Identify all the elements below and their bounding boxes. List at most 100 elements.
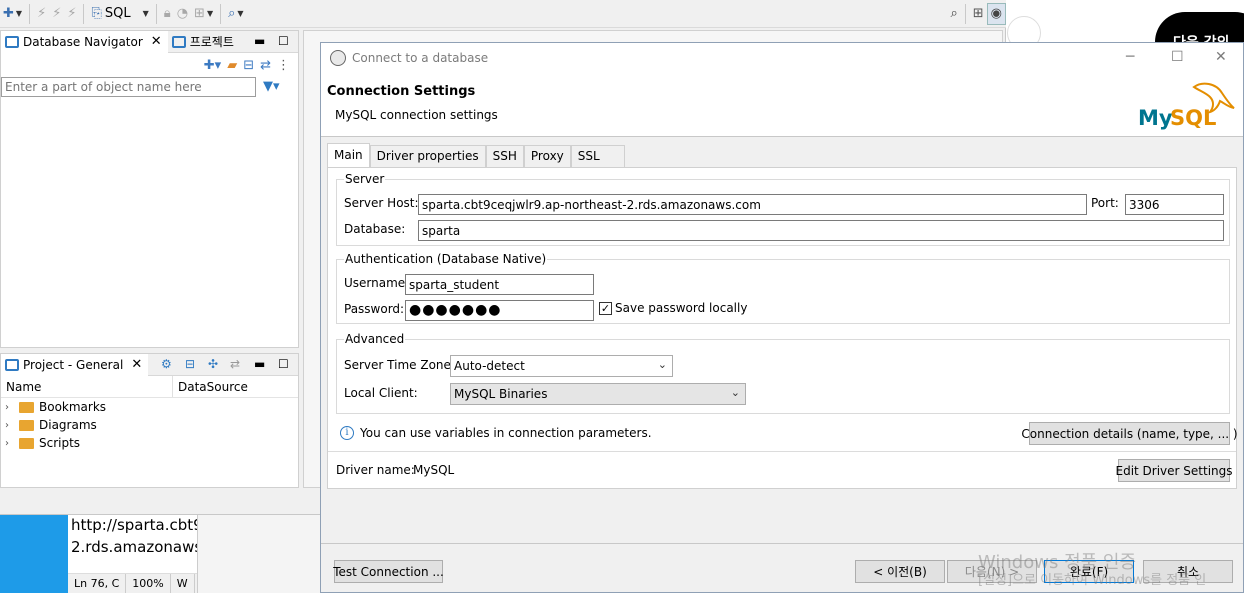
tab-ssl[interactable]: SSL xyxy=(570,145,625,167)
chevron-right-icon[interactable]: › xyxy=(5,402,19,413)
connection-details-button[interactable]: Connection details (name, type, ... ) xyxy=(1021,422,1238,445)
password-label: Password: xyxy=(344,302,405,316)
dbeaver-perspective-icon[interactable]: ◉ xyxy=(986,2,1006,25)
lock-icon[interactable]: 🔒︎ xyxy=(161,3,174,25)
save-password-checkbox[interactable]: ✓ xyxy=(599,302,612,315)
scripts-folder-icon xyxy=(19,437,34,449)
tab-database-navigator[interactable]: Database Navigator ✕ xyxy=(1,30,168,53)
toolbar-separator xyxy=(29,3,31,24)
background-blue-area xyxy=(0,514,68,593)
notepad-window: http://sparta.cbt9 2.rds.amazonaws Ln 76… xyxy=(68,514,198,593)
close-icon[interactable]: ✕ xyxy=(131,357,142,372)
view-menu-icon[interactable]: ⋮ xyxy=(277,58,290,73)
chevron-right-icon[interactable]: › xyxy=(5,420,19,431)
column-header-name[interactable]: Name xyxy=(1,376,173,397)
tab-project-general[interactable]: Project - General ✕ xyxy=(1,353,149,376)
dialog-window-title: Connect to a database xyxy=(352,51,489,65)
maximize-icon[interactable]: ☐ xyxy=(278,357,289,371)
link-icon[interactable]: ⇄ xyxy=(230,357,240,371)
navigator-filter-input[interactable] xyxy=(1,77,256,97)
database-navigator-icon xyxy=(5,35,19,48)
dialog-title-bar: Connect to a database ─ ☐ ✕ xyxy=(321,43,1243,73)
minimize-icon[interactable]: ─ xyxy=(1126,49,1134,65)
server-time-zone-select[interactable]: Auto-detect ⌄ xyxy=(450,355,673,377)
database-label: Database: xyxy=(344,222,406,236)
project-item-scripts[interactable]: › Scripts xyxy=(1,434,298,452)
navigator-tools: ✚▾ ▰ ⊟ ⇄ ⋮ xyxy=(1,53,298,77)
dbeaver-app-icon xyxy=(330,50,346,66)
notepad-line-2: 2.rds.amazonaws xyxy=(71,538,197,556)
tab-project-general-label: Project - General xyxy=(23,357,124,372)
username-input[interactable] xyxy=(405,274,594,295)
new-connection-icon[interactable]: ✚ ▼ xyxy=(0,3,25,25)
connect-icon[interactable]: ⚡ xyxy=(34,3,49,25)
tab-ssh[interactable]: SSH xyxy=(485,145,524,167)
expand-icon[interactable]: ✣ xyxy=(208,357,218,371)
tab-projects[interactable]: 프로젝트 xyxy=(168,31,240,53)
password-input[interactable]: ●●●●●●● xyxy=(405,300,594,321)
port-input[interactable] xyxy=(1125,194,1224,215)
test-connection-button[interactable]: Test Connection ... xyxy=(333,560,444,583)
server-host-input[interactable] xyxy=(418,194,1087,215)
save-password-label: Save password locally xyxy=(615,301,748,315)
search-dropdown-icon[interactable]: ⌕ ▼ xyxy=(225,3,246,25)
divider xyxy=(328,451,1236,452)
column-header-datasource[interactable]: DataSource xyxy=(173,376,253,397)
new-connection-icon[interactable]: ✚▾ xyxy=(204,58,221,73)
perspective-icon[interactable]: ⊞ xyxy=(970,3,987,25)
minimize-icon[interactable]: ▬ xyxy=(254,357,265,371)
back-button[interactable]: < 이전(B) xyxy=(855,560,945,583)
minimize-icon[interactable]: ▬ xyxy=(254,34,265,48)
project-item-label: Bookmarks xyxy=(39,400,107,414)
dialog-bottom-separator xyxy=(321,543,1243,544)
configure-icon[interactable]: ⚙ xyxy=(161,357,172,371)
port-label: Port: xyxy=(1091,196,1119,210)
tab-projects-label: 프로젝트 xyxy=(189,35,234,49)
project-item-label: Diagrams xyxy=(39,418,97,432)
collapse-icon[interactable]: ⊟ xyxy=(185,357,195,371)
edit-driver-settings-button[interactable]: Edit Driver Settings xyxy=(1116,459,1233,482)
notepad-line-1: http://sparta.cbt9 xyxy=(71,516,197,534)
database-input[interactable] xyxy=(418,220,1224,241)
maximize-icon[interactable]: ☐ xyxy=(1171,49,1184,65)
username-label: Username: xyxy=(344,276,410,290)
project-item-bookmarks[interactable]: › Bookmarks xyxy=(1,398,298,416)
dashboard-icon[interactable]: ◔ xyxy=(174,3,191,25)
close-icon[interactable]: ✕ xyxy=(1215,49,1227,65)
chevron-right-icon[interactable]: › xyxy=(5,438,19,449)
info-icon: i xyxy=(340,426,354,440)
toolbar-separator xyxy=(220,3,222,24)
invalidate-icon[interactable]: ⚡ xyxy=(49,3,64,25)
tab-driver-properties[interactable]: Driver properties xyxy=(369,145,486,167)
connection-settings-title: Connection Settings xyxy=(327,84,476,99)
collapse-all-icon[interactable]: ⊟ xyxy=(243,58,254,73)
project-item-diagrams[interactable]: › Diagrams xyxy=(1,416,298,434)
notepad-status-zoom: 100% xyxy=(126,574,171,593)
transaction-icon[interactable]: ⊞ ▼ xyxy=(191,3,216,25)
watermark-title: Windows 정품 인증 xyxy=(978,552,1137,573)
search-icon[interactable]: ⌕ xyxy=(947,3,960,25)
disconnect-icon[interactable]: ⚡ xyxy=(64,3,79,25)
navigator-tab-bar: Database Navigator ✕ 프로젝트 ▬ ☐ xyxy=(1,30,298,53)
project-item-label: Scripts xyxy=(39,436,81,450)
main-toolbar: ✚ ▼ ⚡ ⚡ ⚡ ⎘ SQL ▼ 🔒︎ ◔ ⊞ ▼ ⌕ ▼ ⌕ ⊞ ◉ xyxy=(0,0,1006,28)
background-gray-area xyxy=(198,514,322,593)
close-icon[interactable]: ✕ xyxy=(151,34,162,49)
tab-main[interactable]: Main xyxy=(327,143,370,167)
new-folder-icon[interactable]: ▰ xyxy=(227,58,237,73)
main-tab-content: Server Server Host: Port: Database: Auth… xyxy=(327,167,1238,489)
projects-icon xyxy=(171,35,186,48)
local-client-label: Local Client: xyxy=(344,386,418,400)
tab-proxy[interactable]: Proxy xyxy=(523,145,571,167)
link-editor-icon[interactable]: ⇄ xyxy=(260,58,271,73)
sql-editor-button[interactable]: ⎘ SQL ▼ xyxy=(88,3,151,25)
local-client-select[interactable]: MySQL Binaries ⌄ xyxy=(450,383,746,405)
maximize-icon[interactable]: ☐ xyxy=(278,34,289,48)
filter-icon[interactable]: ▼▾ xyxy=(263,79,280,94)
connect-database-dialog: Connect to a database ─ ☐ ✕ Connection S… xyxy=(320,42,1244,593)
background-web-page: 다음 강의 xyxy=(1005,0,1244,72)
connection-settings-subtitle: MySQL connection settings xyxy=(335,108,498,122)
database-navigator-panel: Database Navigator ✕ 프로젝트 ▬ ☐ ✚▾ ▰ ⊟ ⇄ ⋮… xyxy=(0,30,299,348)
server-host-label: Server Host: xyxy=(344,196,419,210)
server-time-zone-value: Auto-detect xyxy=(454,359,525,373)
